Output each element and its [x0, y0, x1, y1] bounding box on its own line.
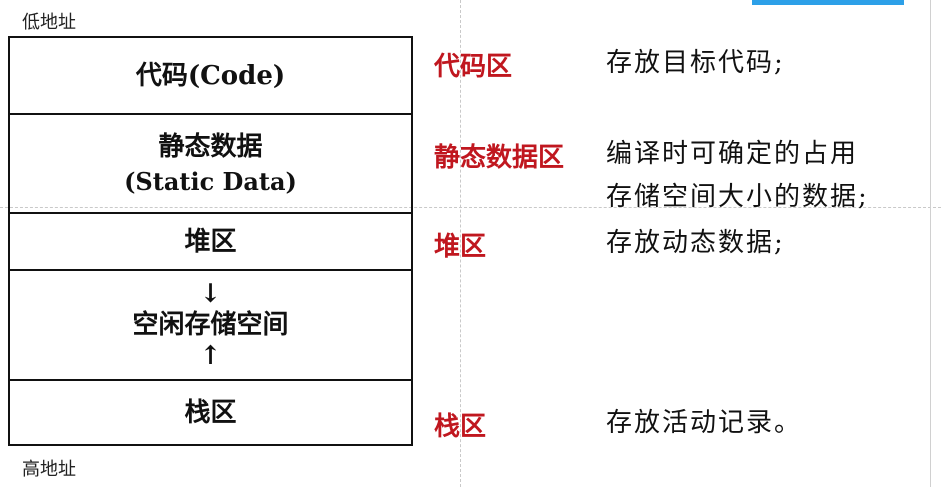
free-space-box: ↓ 空闲存储空间 ↑	[10, 271, 411, 381]
code-area-description: 存放目标代码;	[606, 48, 785, 78]
down-arrow-icon: ↓	[199, 279, 222, 309]
memory-layout-diagram: 代码(Code) 静态数据 (Static Data) 堆区 ↓ 空闲存储空间 …	[8, 36, 413, 446]
stack-area-description: 存放活动记录。	[606, 408, 803, 438]
low-address-label: 低地址	[22, 12, 76, 33]
up-arrow-icon: ↑	[199, 341, 222, 371]
right-border-line	[930, 0, 931, 487]
static-data-segment-box: 静态数据 (Static Data)	[10, 115, 411, 214]
heap-segment-box: 堆区	[10, 214, 411, 271]
stack-segment-box: 栈区	[10, 381, 411, 444]
static-data-label-en: (Static Data)	[124, 166, 297, 196]
static-data-area-description-line2: 存储空间大小的数据;	[606, 182, 869, 212]
free-space-label: 空闲存储空间	[132, 310, 289, 340]
stack-area-title: 栈区	[434, 412, 487, 442]
heap-area-title: 堆区	[434, 232, 487, 262]
top-accent-bar	[752, 0, 904, 5]
static-data-label-cn: 静态数据	[158, 131, 263, 162]
code-area-title: 代码区	[434, 52, 513, 82]
static-data-area-title: 静态数据区	[434, 143, 565, 173]
heap-label: 堆区	[184, 226, 237, 257]
code-segment-label: 代码(Code)	[135, 60, 286, 91]
high-address-label: 高地址	[22, 459, 76, 480]
stack-label: 栈区	[184, 397, 237, 428]
code-segment-box: 代码(Code)	[10, 38, 411, 115]
static-data-area-description-line1: 编译时可确定的占用	[606, 139, 859, 169]
heap-area-description: 存放动态数据;	[606, 228, 785, 258]
